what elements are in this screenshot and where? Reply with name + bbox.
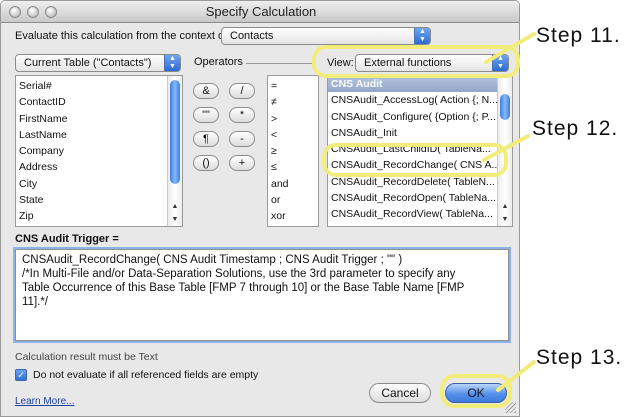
step12-connector [482,134,530,162]
step13-connector [496,360,536,392]
step11-connector [484,32,536,64]
step11-label: Step 11. [536,24,621,47]
step12-label: Step 12. [532,117,619,140]
step13-label: Step 13. [536,346,623,369]
